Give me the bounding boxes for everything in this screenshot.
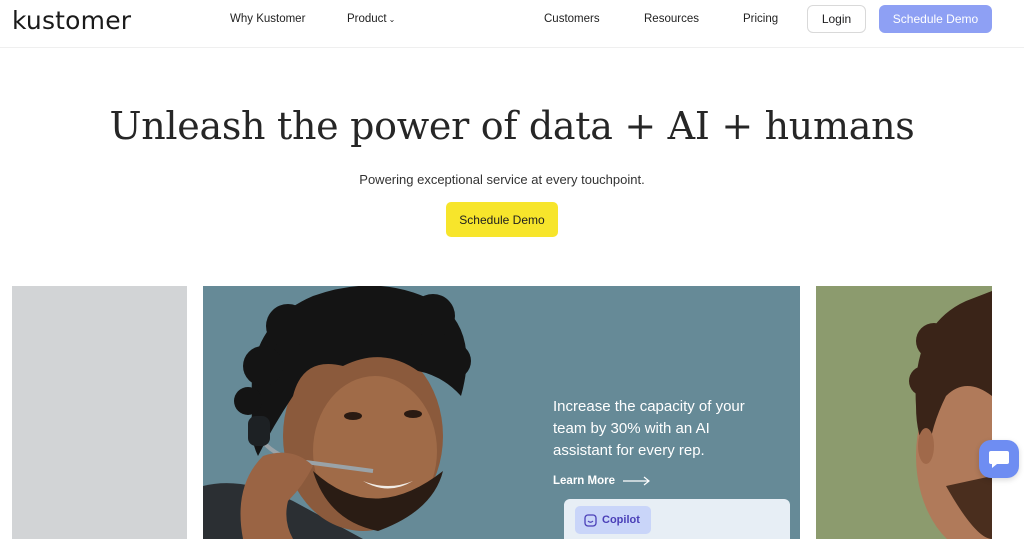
promo-text: Increase the capacity of your team by 30… xyxy=(553,398,745,459)
copilot-label: Copilot xyxy=(602,514,640,526)
chevron-down-icon: ⌄ xyxy=(388,15,396,24)
copilot-card: Copilot xyxy=(564,499,790,539)
person-photo xyxy=(909,291,992,539)
learn-more-label: Learn More xyxy=(553,475,615,487)
nav-product[interactable]: Product ⌄ xyxy=(347,13,395,25)
schedule-demo-nav-button[interactable]: Schedule Demo xyxy=(879,5,992,33)
chat-widget-button[interactable] xyxy=(979,440,1019,478)
hero-subtitle: Powering exceptional service at every to… xyxy=(359,172,645,187)
schedule-demo-hero-button[interactable]: Schedule Demo xyxy=(446,202,558,237)
top-nav: kustomer Why Kustomer Product ⌄ Customers… xyxy=(0,0,1024,48)
login-button[interactable]: Login xyxy=(807,5,866,33)
nav-pricing[interactable]: Pricing xyxy=(743,13,778,25)
carousel-slide-prev[interactable] xyxy=(12,286,187,539)
copilot-chip[interactable]: Copilot xyxy=(575,506,651,534)
nav-why-kustomer[interactable]: Why Kustomer xyxy=(230,13,305,25)
copilot-icon xyxy=(584,513,597,527)
learn-more-link[interactable]: Learn More xyxy=(553,475,651,487)
agent-photo xyxy=(203,286,471,539)
hero-title: Unleash the power of data + AI + humans xyxy=(109,104,915,148)
nav-resources[interactable]: Resources xyxy=(644,13,699,25)
arrow-right-icon xyxy=(623,476,650,486)
kustomer-logo[interactable]: kustomer xyxy=(12,6,131,35)
nav-customers[interactable]: Customers xyxy=(544,13,600,25)
carousel-slide-next[interactable] xyxy=(816,286,992,539)
carousel-slide-main: Increase the capacity of your team by 30… xyxy=(203,286,800,539)
chat-icon xyxy=(989,451,1009,468)
nav-product-label: Product xyxy=(347,13,387,25)
